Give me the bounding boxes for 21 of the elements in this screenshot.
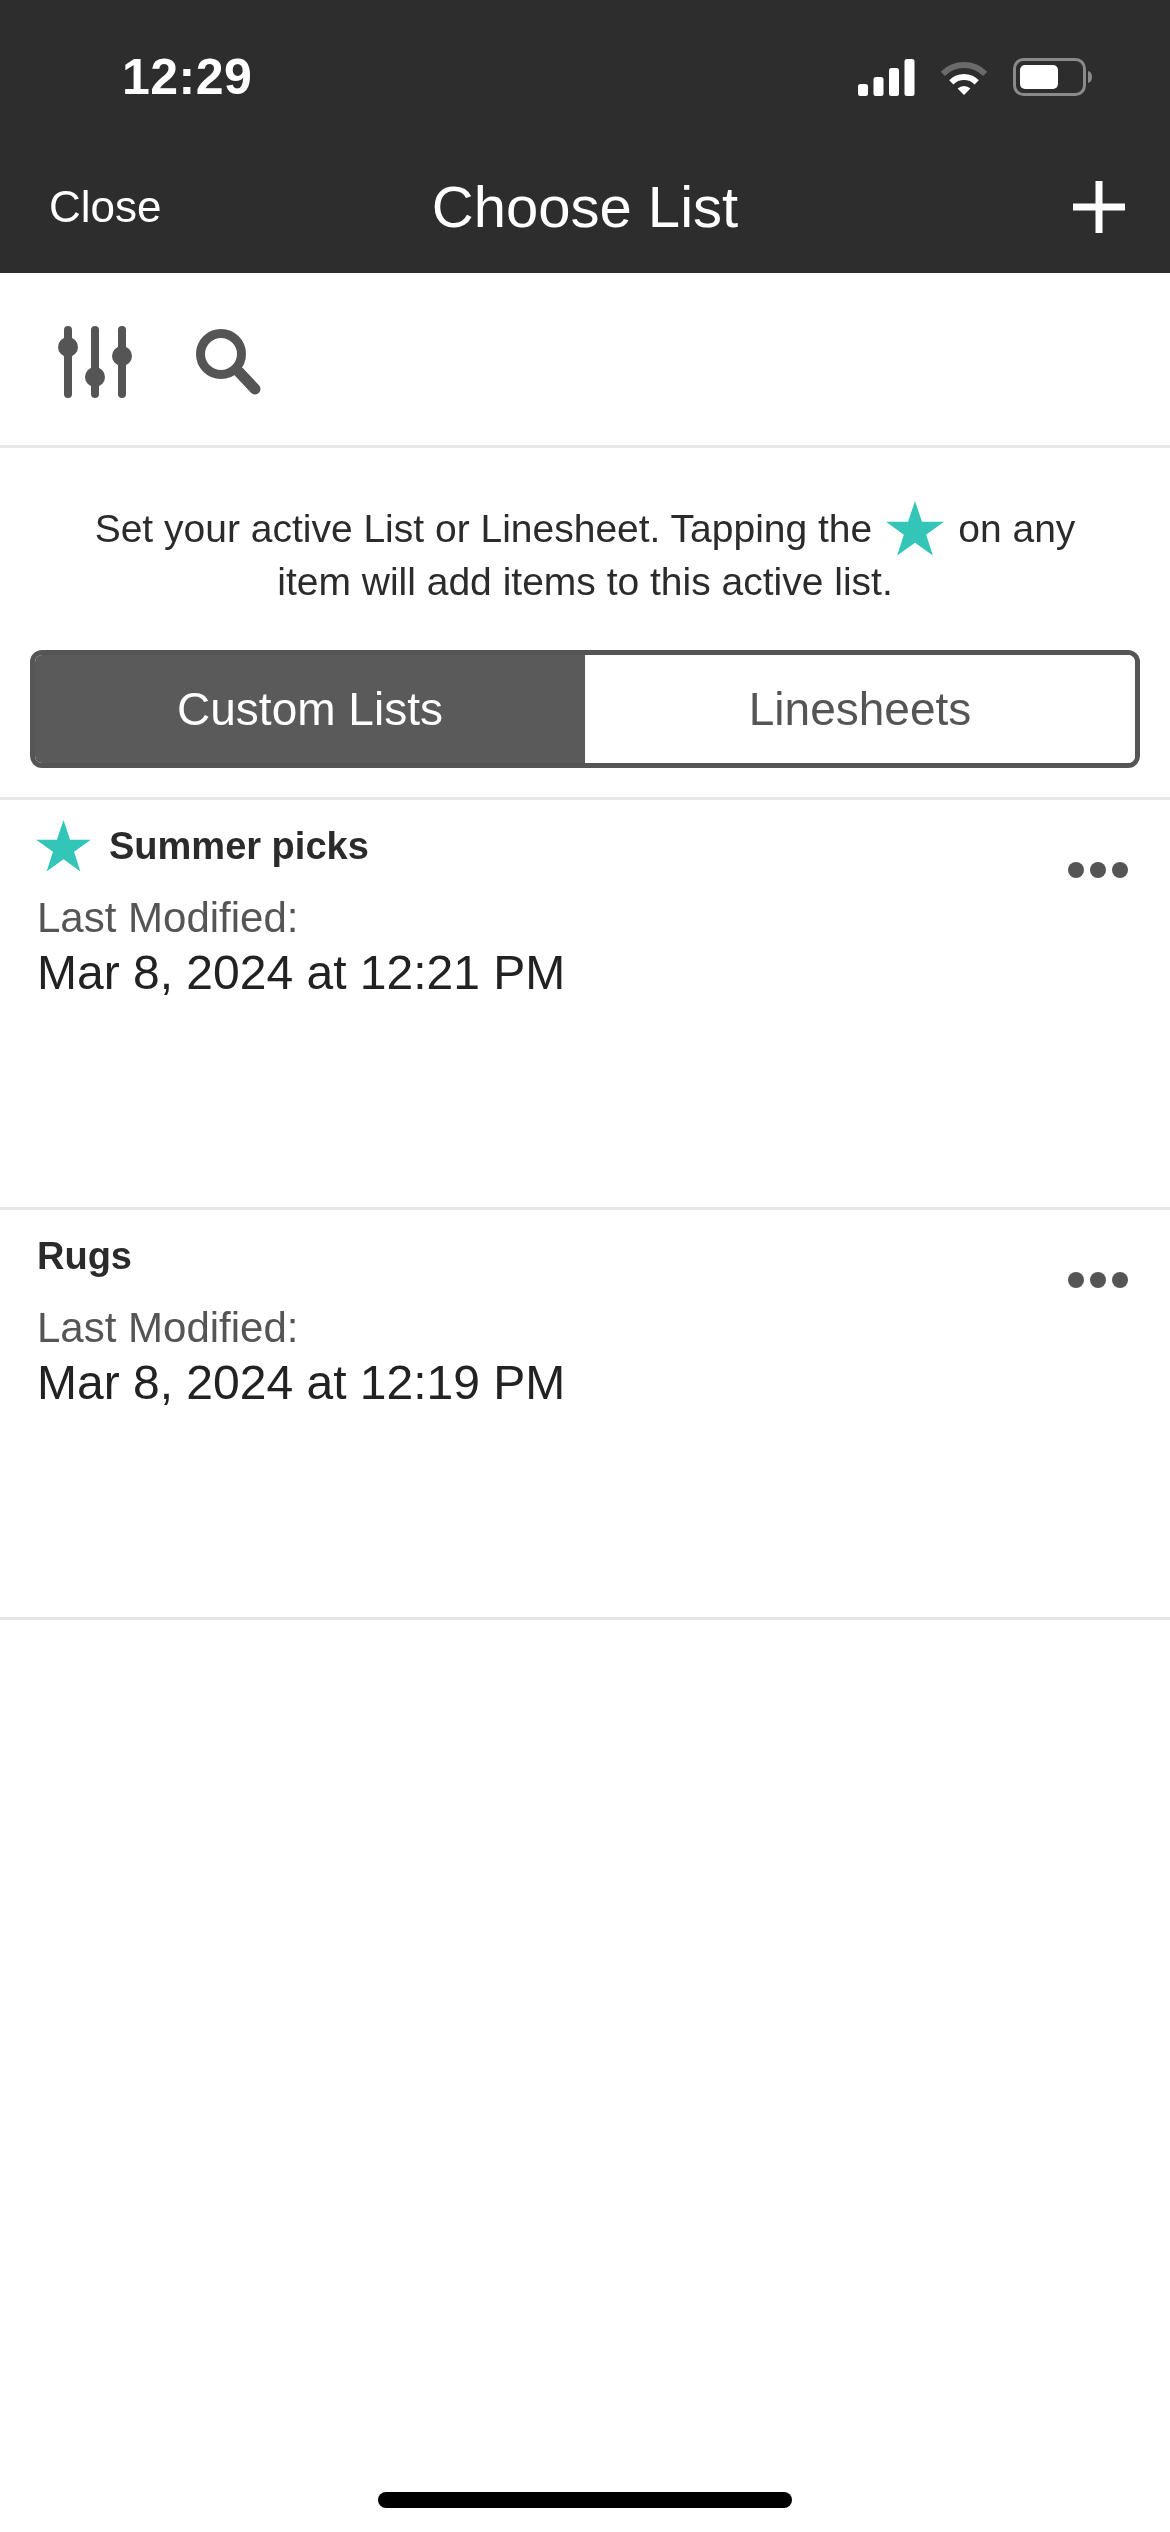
- sliders-icon[interactable]: [58, 326, 133, 398]
- modified-date: Mar 8, 2024 at 12:19 PM: [37, 1355, 566, 1411]
- signal-icon: [858, 58, 915, 96]
- list-title[interactable]: Rugs: [37, 1224, 132, 1288]
- search-icon[interactable]: [195, 328, 262, 396]
- status-time: 12:29: [122, 50, 253, 104]
- modified-date: Mar 8, 2024 at 12:21 PM: [37, 945, 566, 1001]
- more-icon[interactable]: [1068, 862, 1128, 878]
- close-button[interactable]: Close: [49, 178, 162, 235]
- instruction-text: Set your active List or Linesheet. Tapping the: [94, 506, 873, 552]
- modified-label: Last Modified:: [37, 1303, 299, 1353]
- battery-icon: [1013, 58, 1093, 96]
- instruction-text: item will add items to this active list.: [277, 559, 893, 605]
- modified-label: Last Modified:: [37, 893, 299, 943]
- instruction-text: on any: [958, 506, 1076, 552]
- segment-tab[interactable]: Custom Lists: [35, 655, 585, 763]
- list-title[interactable]: Summer picks: [109, 814, 369, 878]
- more-icon[interactable]: [1068, 1272, 1128, 1288]
- star-icon: [886, 501, 945, 556]
- add-icon[interactable]: [1073, 180, 1125, 233]
- screen-title: Choose List: [431, 172, 739, 241]
